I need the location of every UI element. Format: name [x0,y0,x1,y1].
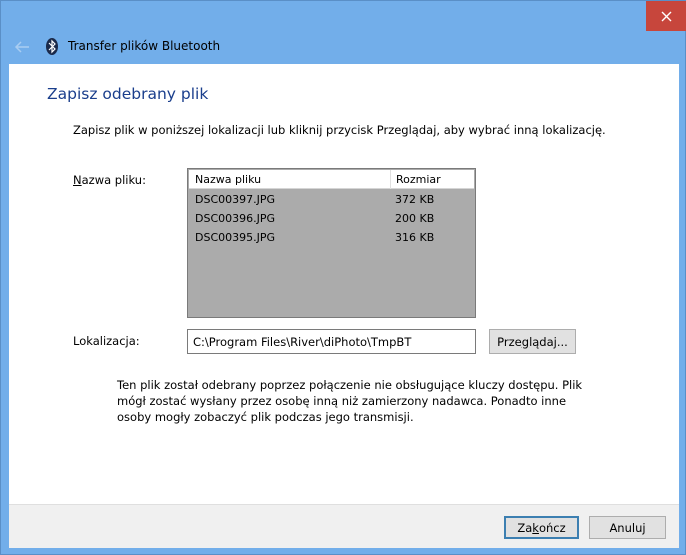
bluetooth-icon [46,38,58,55]
column-header-size[interactable]: Rozmiar [396,173,441,186]
table-row[interactable]: DSC00395.JPG 316 KB [188,228,475,247]
title-bar: Transfer plików Bluetooth [1,31,685,64]
file-size: 316 KB [395,231,435,244]
browse-label-start: Prze [497,334,522,349]
filename-label: Nazwa pliku: [73,173,146,187]
file-size: 372 KB [395,193,435,206]
filename-label-accel: N [73,173,82,187]
dialog-window: Transfer plików Bluetooth Zapisz odebran… [0,0,686,555]
close-icon [661,11,671,21]
file-size: 200 KB [395,212,435,225]
content-pane: Zapisz odebrany plik Zapisz plik w poniż… [9,64,679,504]
back-arrow-icon [14,41,29,53]
security-warning-text: Ten plik został odebrany poprzez połącze… [117,378,583,424]
button-bar: Za k ończ Anuluj [9,504,679,548]
column-header-name[interactable]: Nazwa pliku [195,173,261,186]
table-row[interactable]: DSC00396.JPG 200 KB [188,209,475,228]
column-separator[interactable] [390,170,391,189]
browse-button[interactable]: Prze g lądaj... [489,329,576,354]
file-list[interactable]: Nazwa pliku Rozmiar DSC00397.JPG 372 KB … [187,168,476,318]
finish-label-start: Za [517,520,533,535]
file-list-header: Nazwa pliku Rozmiar [189,170,474,189]
cancel-button[interactable]: Anuluj [589,516,666,539]
browse-label-accel: g [521,334,530,349]
back-button[interactable] [11,37,33,57]
finish-button[interactable]: Za k ończ [504,516,579,539]
page-title: Zapisz odebrany plik [47,85,209,103]
finish-label-end: ończ [538,520,566,535]
browse-label-end: lądaj... [529,334,568,349]
file-name: DSC00396.JPG [195,212,276,225]
filename-label-text: azwa pliku: [81,173,146,187]
location-label: Lokalizacja: [73,334,140,348]
finish-label-accel: k [532,520,539,535]
instruction-text: Zapisz plik w poniższej lokalizacji lub … [73,123,606,137]
window-title: Transfer plików Bluetooth [68,39,221,53]
table-row[interactable]: DSC00397.JPG 372 KB [188,190,475,209]
location-input[interactable] [187,329,476,354]
file-name: DSC00395.JPG [195,231,276,244]
close-button[interactable] [646,1,686,31]
file-name: DSC00397.JPG [195,193,276,206]
